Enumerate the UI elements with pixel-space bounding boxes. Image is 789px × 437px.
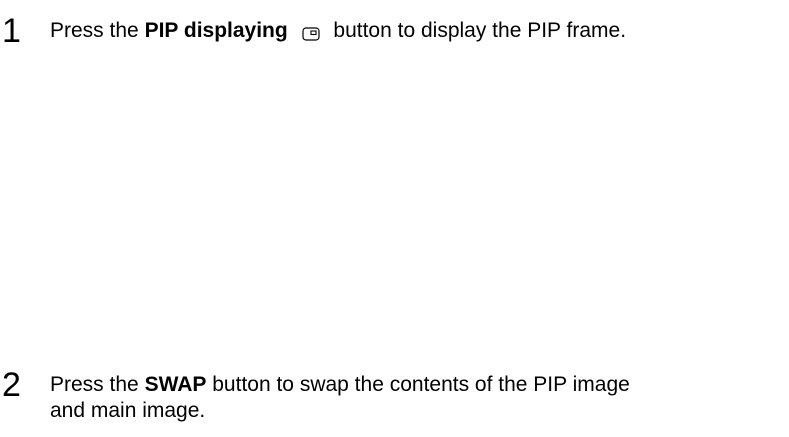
- instruction-suffix: button to swap the contents of the PIP i…: [212, 373, 630, 396]
- step-instruction: Press the SWAP button to swap the conten…: [50, 368, 630, 424]
- button-name: SWAP: [144, 373, 207, 396]
- button-name: PIP displaying: [144, 19, 288, 42]
- instruction-prefix: Press the: [50, 373, 139, 396]
- instruction-prefix: Press the: [50, 19, 139, 42]
- instruction-suffix: button to display the PIP frame.: [333, 19, 627, 42]
- step-number: 2: [2, 366, 21, 404]
- step-number: 1: [2, 12, 21, 50]
- instruction-continuation: and main image.: [50, 399, 206, 422]
- step-1: 1 Press the PIP displaying button to dis…: [0, 14, 626, 48]
- step-instruction: Press the PIP displaying button to displ…: [50, 14, 626, 44]
- pip-icon: [301, 22, 320, 42]
- step-2: 2 Press the SWAP button to swap the cont…: [0, 368, 630, 424]
